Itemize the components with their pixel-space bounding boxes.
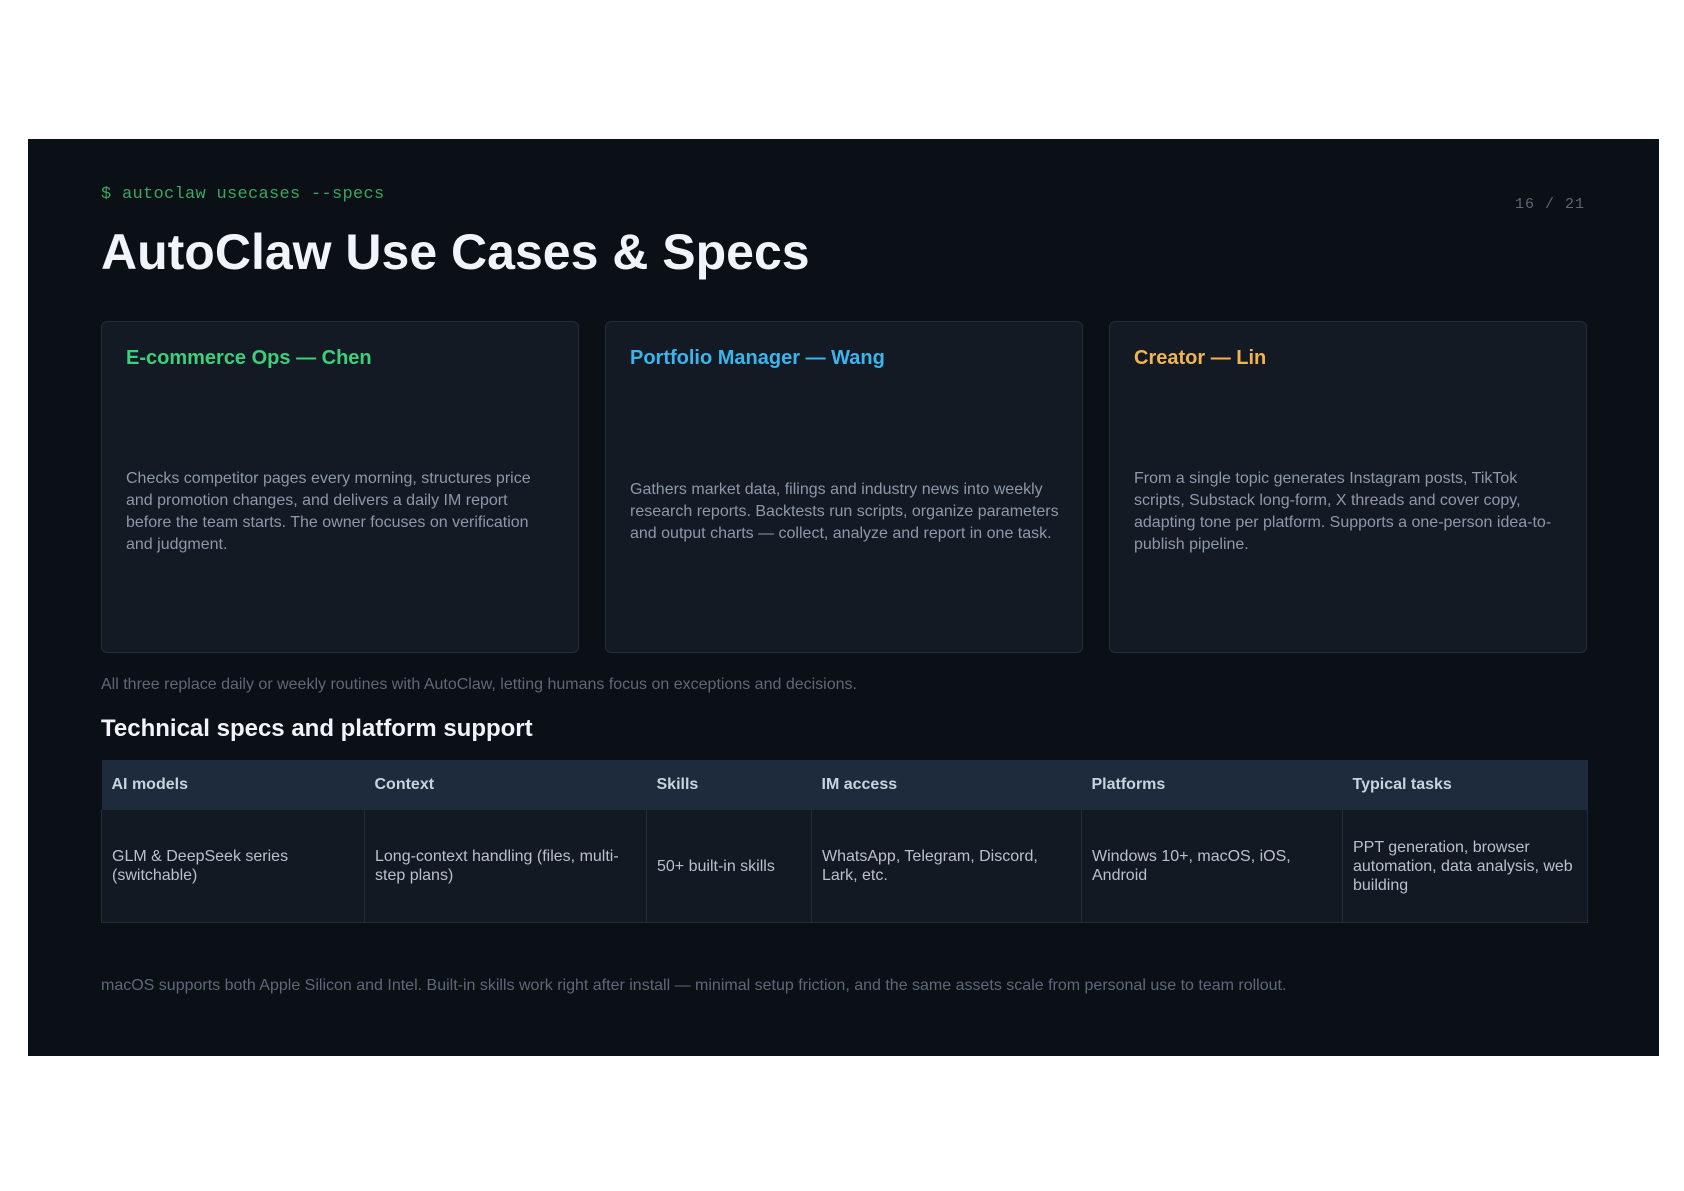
cell-typical-tasks: PPT generation, browser automation, data…	[1342, 810, 1588, 923]
cell-skills: 50+ built-in skills	[646, 810, 812, 923]
use-case-cards: E-commerce Ops — Chen Checks competitor …	[101, 321, 1587, 655]
use-case-card-ecommerce: E-commerce Ops — Chen Checks competitor …	[101, 321, 579, 653]
column-header-im-access: IM access	[811, 760, 1082, 810]
card-description: From a single topic generates Instagram …	[1134, 372, 1564, 652]
card-title: Portfolio Manager — Wang	[630, 347, 885, 369]
use-case-card-creator: Creator — Lin From a single topic genera…	[1109, 321, 1587, 653]
card-description-text: Gathers market data, filings and industr…	[630, 481, 1059, 542]
page-number: 16 / 21	[1514, 196, 1585, 213]
card-description: Gathers market data, filings and industr…	[630, 372, 1060, 652]
column-header-ai-models: AI models	[101, 760, 365, 810]
table-header-row: AI models Context Skills IM access Platf…	[101, 760, 1588, 810]
cell-platforms: Windows 10+, macOS, iOS, Android	[1081, 810, 1343, 923]
column-header-platforms: Platforms	[1081, 760, 1343, 810]
cell-im-access: WhatsApp, Telegram, Discord, Lark, etc.	[811, 810, 1082, 923]
card-description-text: From a single topic generates Instagram …	[1134, 470, 1552, 553]
card-title: Creator — Lin	[1134, 347, 1267, 369]
card-description-text: Checks competitor pages every morning, s…	[126, 470, 531, 553]
card-description: Checks competitor pages every morning, s…	[126, 372, 556, 652]
table-row: GLM & DeepSeek series (switchable) Long-…	[101, 810, 1588, 923]
use-case-summary: All three replace daily or weekly routin…	[101, 676, 857, 693]
column-header-typical-tasks: Typical tasks	[1342, 760, 1588, 810]
specs-section-title: Technical specs and platform support	[101, 715, 533, 742]
slide: $ autoclaw usecases --specs 16 / 21 Auto…	[28, 139, 1659, 1056]
footnote: macOS supports both Apple Silicon and In…	[101, 977, 1287, 994]
command-prompt: $ autoclaw usecases --specs	[101, 185, 385, 204]
use-case-card-portfolio: Portfolio Manager — Wang Gathers market …	[605, 321, 1083, 653]
column-header-skills: Skills	[646, 760, 812, 810]
card-title: E-commerce Ops — Chen	[126, 347, 372, 369]
cell-context: Long-context handling (files, multi-step…	[364, 810, 647, 923]
page-title: AutoClaw Use Cases & Specs	[101, 224, 810, 280]
cell-ai-models: GLM & DeepSeek series (switchable)	[101, 810, 365, 923]
specs-table: AI models Context Skills IM access Platf…	[101, 760, 1588, 923]
column-header-context: Context	[364, 760, 647, 810]
